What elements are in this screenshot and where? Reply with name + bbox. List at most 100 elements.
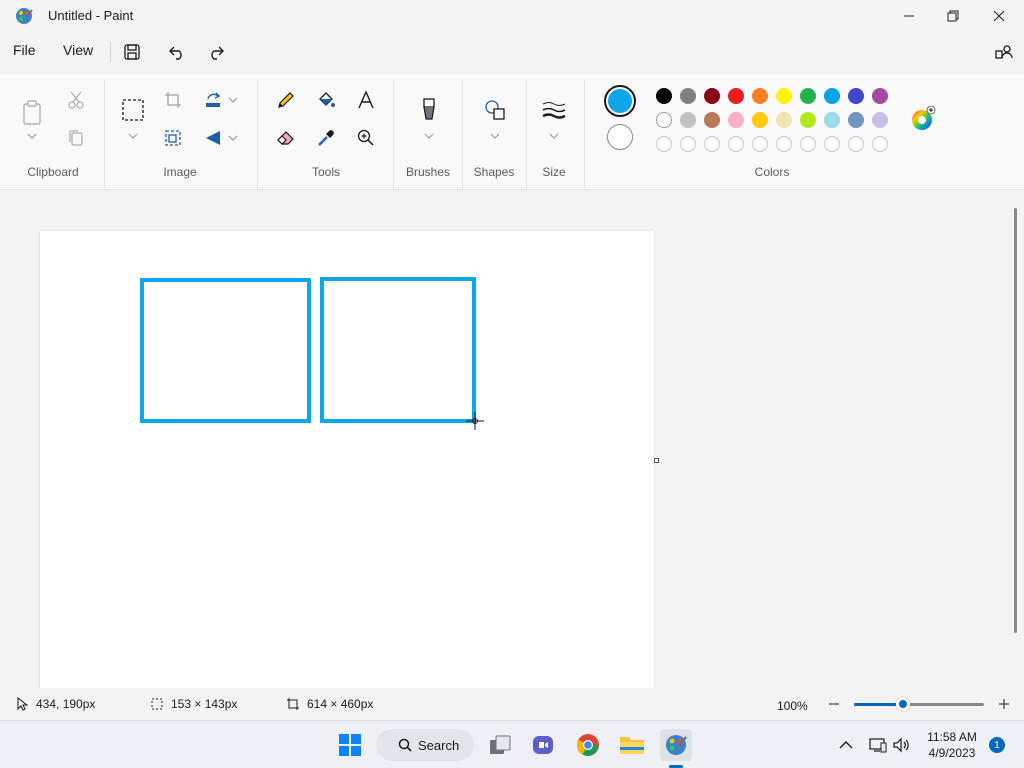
file-explorer-button[interactable] <box>616 729 648 761</box>
custom-color-slot[interactable] <box>776 136 792 152</box>
palette-color-swatch[interactable] <box>752 112 768 128</box>
volume-button[interactable] <box>886 729 918 761</box>
status-bar: 434, 190px 153 × 143px 614 × 460px 100% <box>0 688 1024 720</box>
custom-color-slot[interactable] <box>680 136 696 152</box>
palette-color-swatch[interactable] <box>776 88 792 104</box>
custom-color-slot[interactable] <box>656 136 672 152</box>
edit-colors-button[interactable] <box>910 105 936 132</box>
canvas-drawing[interactable] <box>40 231 654 688</box>
paste-dropdown-icon[interactable] <box>27 131 37 141</box>
palette-color-swatch[interactable] <box>848 88 864 104</box>
palette-color-swatch[interactable] <box>800 112 816 128</box>
crosshair-cursor-icon <box>466 412 484 430</box>
start-button[interactable] <box>334 729 366 761</box>
zoom-in-button[interactable] <box>996 696 1012 712</box>
palette-color-swatch[interactable] <box>728 112 744 128</box>
teams-chat-button[interactable] <box>527 729 559 761</box>
brushes-dropdown-icon[interactable] <box>424 131 434 141</box>
palette-color-swatch[interactable] <box>680 112 696 128</box>
palette-color-swatch[interactable] <box>728 88 744 104</box>
rotate-button[interactable] <box>199 86 227 114</box>
zoom-out-button[interactable] <box>826 696 842 712</box>
image-group-label: Image <box>163 165 197 179</box>
selection-size: 153 × 143px <box>151 697 237 711</box>
minimize-icon <box>904 15 914 17</box>
notification-badge[interactable]: 1 <box>989 737 1005 753</box>
select-button[interactable] <box>119 96 147 124</box>
eraser-tool[interactable] <box>272 124 300 152</box>
fill-tool[interactable] <box>312 86 340 114</box>
secondary-color-swatch[interactable] <box>607 124 633 150</box>
custom-color-slot[interactable] <box>824 136 840 152</box>
custom-color-slot[interactable] <box>872 136 888 152</box>
chrome-icon <box>577 734 599 756</box>
shapes-icon <box>485 100 505 120</box>
resize-button[interactable] <box>159 124 187 152</box>
magnifier-tool[interactable] <box>352 124 380 152</box>
custom-color-slot[interactable] <box>728 136 744 152</box>
text-tool[interactable] <box>352 86 380 114</box>
palette-color-swatch[interactable] <box>824 88 840 104</box>
palette-color-swatch[interactable] <box>752 88 768 104</box>
palette-color-swatch[interactable] <box>848 112 864 128</box>
canvas-resize-handle[interactable] <box>654 458 659 463</box>
taskbar-search[interactable]: Search <box>376 729 474 761</box>
size-button[interactable] <box>540 96 568 124</box>
primary-color-swatch[interactable] <box>604 85 636 117</box>
rotate-dropdown-icon[interactable] <box>228 95 238 105</box>
palette-color-swatch[interactable] <box>872 112 888 128</box>
group-separator <box>526 80 527 188</box>
pencil-tool[interactable] <box>272 86 300 114</box>
brushes-group-label: Brushes <box>405 165 451 179</box>
speaker-icon <box>893 737 909 753</box>
save-button[interactable] <box>120 40 144 64</box>
custom-color-slot[interactable] <box>800 136 816 152</box>
copy-button[interactable] <box>62 124 90 152</box>
cut-button[interactable] <box>62 86 90 114</box>
palette-color-swatch[interactable] <box>776 112 792 128</box>
minimize-button[interactable] <box>886 0 932 32</box>
color-picker-tool[interactable] <box>312 124 340 152</box>
chrome-button[interactable] <box>572 729 604 761</box>
palette-color-swatch[interactable] <box>656 112 672 128</box>
task-view-button[interactable] <box>484 729 516 761</box>
palette-color-swatch[interactable] <box>704 112 720 128</box>
shapes-dropdown-icon[interactable] <box>490 131 500 141</box>
redo-button[interactable] <box>204 40 228 64</box>
paste-button[interactable] <box>18 96 46 130</box>
size-dropdown-icon[interactable] <box>549 131 559 141</box>
custom-color-slot[interactable] <box>752 136 768 152</box>
close-button[interactable] <box>976 0 1022 32</box>
brushes-button[interactable] <box>415 96 443 124</box>
select-dropdown-icon[interactable] <box>128 131 138 141</box>
flip-dropdown-icon[interactable] <box>228 133 238 143</box>
palette-color-swatch[interactable] <box>680 88 696 104</box>
shapes-button[interactable] <box>481 96 509 124</box>
color-wheel-icon <box>912 105 936 130</box>
share-button[interactable] <box>992 40 1016 64</box>
undo-button[interactable] <box>165 40 189 64</box>
custom-color-slot[interactable] <box>704 136 720 152</box>
restore-button[interactable] <box>930 0 976 32</box>
show-hidden-icons-button[interactable] <box>830 729 862 761</box>
custom-color-slot[interactable] <box>848 136 864 152</box>
system-clock[interactable]: 11:58 AM 4/9/2023 <box>922 729 982 761</box>
file-menu[interactable]: File <box>13 42 36 58</box>
palette-color-swatch[interactable] <box>704 88 720 104</box>
flip-button[interactable] <box>199 124 227 152</box>
view-menu[interactable]: View <box>63 42 93 58</box>
zoom-slider-thumb[interactable] <box>896 697 911 711</box>
paint-taskbar-button[interactable] <box>660 729 692 761</box>
selection-icon <box>151 698 163 710</box>
palette-color-swatch[interactable] <box>800 88 816 104</box>
size-group-label: Size <box>542 165 566 179</box>
resize-image-icon <box>165 130 181 146</box>
zoom-slider[interactable] <box>854 697 984 711</box>
crop-button[interactable] <box>159 86 187 114</box>
vertical-scrollbar[interactable] <box>1014 208 1017 633</box>
palette-color-swatch[interactable] <box>824 112 840 128</box>
palette-color-swatch[interactable] <box>872 88 888 104</box>
palette-color-swatch[interactable] <box>656 88 672 104</box>
menu-divider <box>110 42 111 62</box>
drawing-canvas[interactable] <box>40 231 654 688</box>
